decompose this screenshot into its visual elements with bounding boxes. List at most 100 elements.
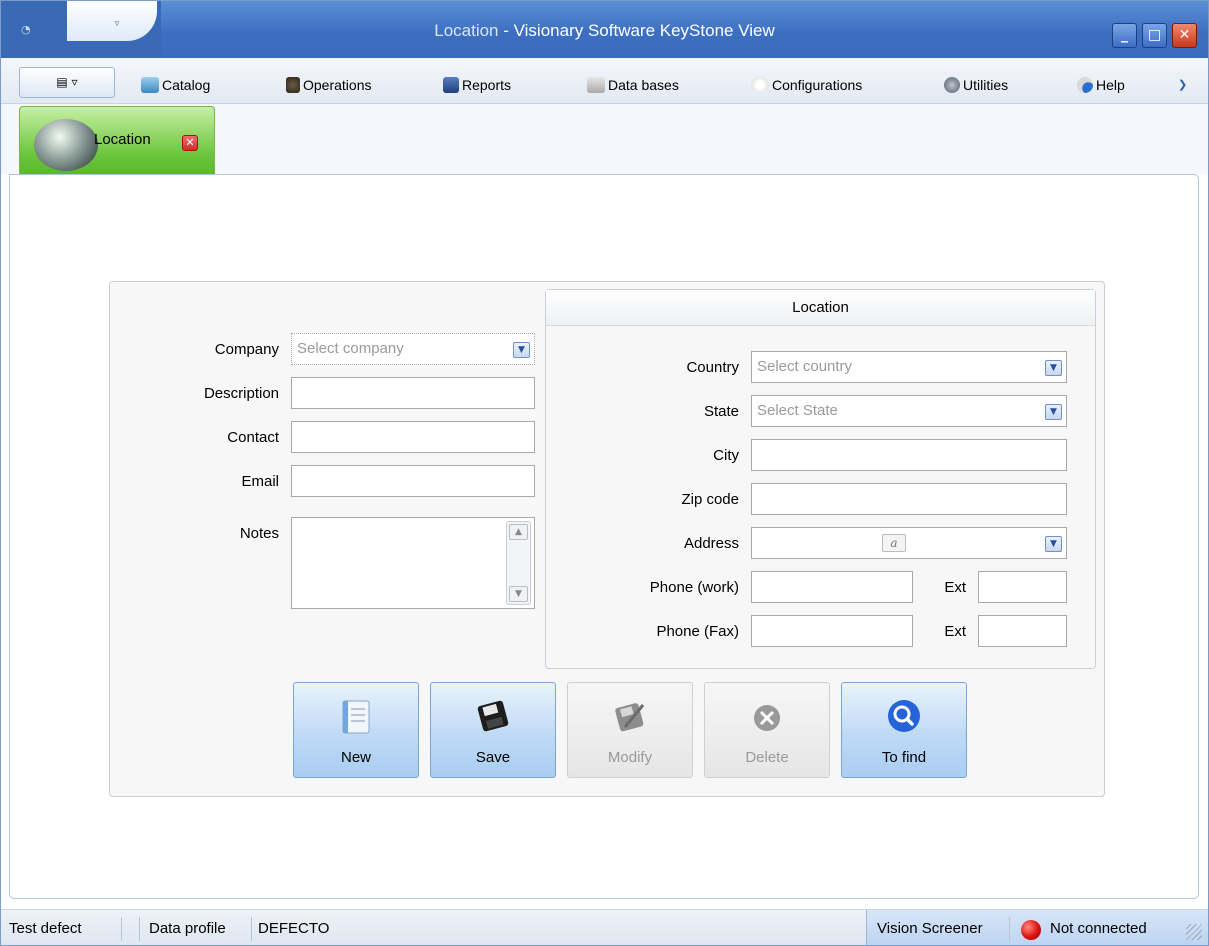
menu-configurations[interactable]: Configurations bbox=[751, 74, 862, 96]
city-label: City bbox=[713, 447, 739, 464]
tab-location[interactable]: Location ✕ bbox=[19, 106, 215, 175]
data-profile-value: DEFECTO bbox=[258, 920, 330, 937]
modify-button[interactable]: Modify bbox=[567, 682, 693, 778]
location-group-heading: Location bbox=[546, 290, 1095, 326]
description-field[interactable] bbox=[291, 377, 535, 409]
menu-overflow-chevron-icon[interactable]: ❯ bbox=[1178, 74, 1187, 96]
menu-reports[interactable]: Reports bbox=[443, 74, 511, 96]
tab-location-label: Location bbox=[94, 131, 151, 148]
delete-button-label: Delete bbox=[745, 749, 789, 766]
close-button[interactable]: ✕ bbox=[1172, 23, 1197, 48]
status-separator bbox=[121, 917, 122, 941]
app-window: ◔ ▿ Location - Visionary Software KeySto… bbox=[0, 0, 1209, 946]
gear-icon bbox=[751, 77, 769, 93]
location-group: Location bbox=[545, 289, 1096, 669]
chevron-down-icon[interactable]: ▼ bbox=[1045, 536, 1062, 552]
address-combobox[interactable]: a ▼ bbox=[751, 527, 1067, 559]
status-message: Test defect bbox=[9, 920, 82, 937]
menu-help[interactable]: Help bbox=[1077, 74, 1125, 96]
phone-fax-label: Phone (Fax) bbox=[656, 623, 739, 640]
catalog-icon bbox=[141, 77, 159, 93]
menu-operations-label: Operations bbox=[303, 77, 372, 93]
window-title-suffix: - Visionary Software KeyStone View bbox=[498, 21, 775, 40]
notes-scrollbar[interactable]: ▲ ▼ bbox=[506, 521, 531, 605]
menu-databases[interactable]: Data bases bbox=[587, 74, 679, 96]
description-label: Description bbox=[203, 385, 279, 402]
menu-configurations-label: Configurations bbox=[772, 77, 863, 93]
tab-close-icon[interactable]: ✕ bbox=[182, 135, 198, 151]
ext-work-label: Ext bbox=[944, 579, 966, 596]
chevron-down-icon[interactable]: ▼ bbox=[1045, 360, 1062, 376]
ext-work-field[interactable] bbox=[978, 571, 1067, 603]
email-field[interactable] bbox=[291, 465, 535, 497]
document-tab-strip: Location ✕ bbox=[1, 104, 1208, 175]
status-separator bbox=[251, 917, 252, 941]
phone-fax-field[interactable] bbox=[751, 615, 913, 647]
menu-databases-label: Data bases bbox=[608, 77, 679, 93]
scroll-up-icon[interactable]: ▲ bbox=[509, 524, 528, 540]
menu-catalog[interactable]: Catalog bbox=[141, 74, 210, 96]
company-label: Company bbox=[214, 341, 279, 358]
status-separator bbox=[139, 917, 140, 941]
help-icon bbox=[1077, 77, 1093, 93]
ext-fax-field[interactable] bbox=[978, 615, 1067, 647]
database-icon bbox=[587, 77, 605, 93]
find-button[interactable]: To find bbox=[841, 682, 967, 778]
menu-utilities[interactable]: Utilities bbox=[944, 74, 1008, 96]
state-label: State bbox=[703, 403, 739, 420]
reports-icon bbox=[443, 77, 459, 93]
menu-utilities-label: Utilities bbox=[963, 77, 1009, 93]
window-title: Location - Visionary Software KeyStone V… bbox=[1, 21, 1208, 41]
zip-field[interactable] bbox=[751, 483, 1067, 515]
country-label: Country bbox=[686, 359, 739, 376]
status-bar: Test defect Data profile DEFECTO Vision … bbox=[1, 909, 1208, 945]
address-label: Address bbox=[683, 535, 739, 552]
delete-circle-icon bbox=[754, 705, 780, 731]
scroll-down-icon[interactable]: ▼ bbox=[509, 586, 528, 602]
modify-button-label: Modify bbox=[607, 749, 653, 766]
globe-icon bbox=[34, 119, 98, 171]
screener-label: Vision Screener bbox=[877, 920, 983, 937]
zip-label: Zip code bbox=[681, 491, 739, 508]
operations-icon bbox=[286, 77, 300, 93]
resize-grip-icon[interactable] bbox=[1186, 924, 1202, 940]
layout-toggle-button[interactable]: ▤ ▿ bbox=[19, 67, 115, 98]
state-placeholder: Select State bbox=[757, 402, 838, 419]
find-button-label: To find bbox=[881, 749, 927, 766]
new-button[interactable]: New bbox=[293, 682, 419, 778]
menu-operations[interactable]: Operations bbox=[286, 74, 371, 96]
chevron-down-icon[interactable]: ▼ bbox=[513, 342, 530, 358]
utilities-icon bbox=[944, 77, 960, 93]
company-combobox[interactable]: Select company ▼ bbox=[291, 333, 535, 365]
menu-help-label: Help bbox=[1096, 77, 1125, 93]
contact-label: Contact bbox=[227, 429, 279, 446]
city-field[interactable] bbox=[751, 439, 1067, 471]
search-icon bbox=[888, 700, 920, 732]
state-combobox[interactable]: Select State ▼ bbox=[751, 395, 1067, 427]
delete-button[interactable]: Delete bbox=[704, 682, 830, 778]
country-combobox[interactable]: Select country ▼ bbox=[751, 351, 1067, 383]
minimize-button[interactable]: _ bbox=[1112, 23, 1137, 48]
phone-work-field[interactable] bbox=[751, 571, 913, 603]
menu-bar: ▤ ▿ Catalog Operations Reports Data base… bbox=[1, 58, 1208, 104]
edit-disk-icon bbox=[615, 703, 645, 732]
phone-work-label: Phone (work) bbox=[649, 579, 739, 596]
notes-label: Notes bbox=[239, 525, 279, 542]
chevron-down-icon[interactable]: ▼ bbox=[1045, 404, 1062, 420]
new-document-icon bbox=[342, 700, 370, 734]
save-button[interactable]: Save bbox=[430, 682, 556, 778]
text-icon: a bbox=[882, 534, 906, 552]
status-separator bbox=[1009, 917, 1010, 941]
maximize-button[interactable]: □ bbox=[1142, 23, 1167, 48]
country-placeholder: Select country bbox=[757, 358, 853, 375]
menu-reports-label: Reports bbox=[462, 77, 512, 93]
contact-field[interactable] bbox=[291, 421, 535, 453]
connection-status-icon bbox=[1021, 920, 1041, 940]
company-placeholder: Select company bbox=[297, 340, 404, 357]
new-button-label: New bbox=[340, 749, 371, 766]
ext-fax-label: Ext bbox=[944, 623, 966, 640]
window-title-prefix: Location bbox=[434, 21, 499, 40]
notes-textarea[interactable]: ▲ ▼ bbox=[291, 517, 535, 609]
title-bar: ◔ ▿ Location - Visionary Software KeySto… bbox=[1, 1, 1208, 58]
email-label: Email bbox=[241, 473, 279, 490]
